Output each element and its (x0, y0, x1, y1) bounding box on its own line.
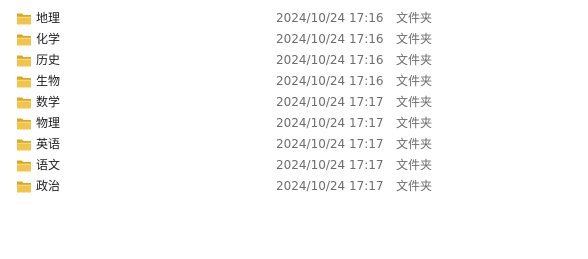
file-type: 文件夹 (396, 179, 433, 193)
file-name: 地理 (36, 11, 61, 25)
folder-icon (17, 13, 31, 25)
file-modified-date: 2024/10/24 17:17 (276, 158, 384, 172)
file-modified-date: 2024/10/24 17:16 (276, 32, 384, 46)
file-modified-date: 2024/10/24 17:17 (276, 116, 384, 130)
file-name: 英语 (36, 137, 61, 151)
file-modified-date: 2024/10/24 17:16 (276, 53, 384, 67)
file-modified-date: 2024/10/24 17:17 (276, 95, 384, 109)
file-name: 生物 (36, 74, 61, 88)
list-item[interactable]: 化学 2024/10/24 17:16 文件夹 (0, 29, 588, 50)
file-modified-date: 2024/10/24 17:17 (276, 179, 384, 193)
file-modified-date: 2024/10/24 17:16 (276, 74, 384, 88)
folder-icon (17, 97, 31, 109)
list-item[interactable]: 历史 2024/10/24 17:16 文件夹 (0, 50, 588, 71)
file-name: 语文 (36, 158, 61, 172)
file-type: 文件夹 (396, 116, 433, 130)
file-name: 数学 (36, 95, 61, 109)
folder-icon (17, 76, 31, 88)
list-item[interactable]: 数学 2024/10/24 17:17 文件夹 (0, 92, 588, 113)
file-name: 历史 (36, 53, 61, 67)
list-item[interactable]: 生物 2024/10/24 17:16 文件夹 (0, 71, 588, 92)
file-type: 文件夹 (396, 53, 433, 67)
file-type: 文件夹 (396, 74, 433, 88)
file-type: 文件夹 (396, 137, 433, 151)
list-item[interactable]: 英语 2024/10/24 17:17 文件夹 (0, 134, 588, 155)
file-name: 政治 (36, 179, 61, 193)
file-modified-date: 2024/10/24 17:16 (276, 11, 384, 25)
file-type: 文件夹 (396, 32, 433, 46)
folder-icon (17, 160, 31, 172)
file-name: 物理 (36, 116, 61, 130)
folder-icon (17, 139, 31, 151)
file-type: 文件夹 (396, 95, 433, 109)
list-item[interactable]: 政治 2024/10/24 17:17 文件夹 (0, 176, 588, 197)
list-item[interactable]: 语文 2024/10/24 17:17 文件夹 (0, 155, 588, 176)
file-modified-date: 2024/10/24 17:17 (276, 137, 384, 151)
folder-icon (17, 181, 31, 193)
list-item[interactable]: 地理 2024/10/24 17:16 文件夹 (0, 8, 588, 29)
folder-icon (17, 34, 31, 46)
file-type: 文件夹 (396, 11, 433, 25)
file-type: 文件夹 (396, 158, 433, 172)
file-name: 化学 (36, 32, 61, 46)
folder-icon (17, 55, 31, 67)
list-item[interactable]: 物理 2024/10/24 17:17 文件夹 (0, 113, 588, 134)
file-list: 地理 2024/10/24 17:16 文件夹 化学 2024/10/24 17… (0, 8, 588, 197)
folder-icon (17, 118, 31, 130)
